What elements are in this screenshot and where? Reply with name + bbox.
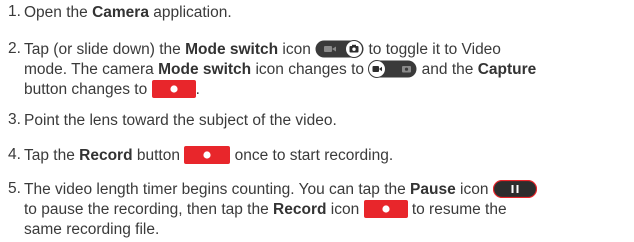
instructions-document: 1. Open the Camera application. 2. Tap (… — [0, 0, 634, 242]
record-button-icon — [363, 199, 408, 218]
record-label: Record — [79, 147, 133, 164]
step-text-line-3: button changes to . — [24, 79, 200, 98]
step-text-line-2: mode. The camera Mode switch icon change… — [24, 59, 537, 78]
step-number: 4. — [8, 146, 21, 163]
pause-icon — [492, 179, 537, 198]
pause-label: Pause — [410, 181, 456, 198]
step-text-line-1: Tap (or slide down) the Mode switch icon… — [24, 39, 501, 58]
record-button-icon — [184, 145, 231, 164]
step-number: 2. — [8, 40, 21, 57]
mode-switch-photo-icon — [315, 39, 364, 58]
step-text-line-2: to pause the recording, then tap the Rec… — [24, 199, 507, 218]
step-text-line-1: The video length timer begins counting. … — [24, 179, 537, 200]
mode-switch-label: Mode switch — [158, 61, 252, 78]
capture-label: Capture — [477, 61, 537, 78]
record-button-icon — [151, 79, 196, 98]
camera-app-name: Camera — [92, 4, 149, 21]
step-text: Open the Camera application. — [24, 4, 232, 21]
step-number: 5. — [8, 180, 21, 197]
step-text-line-3: same recording file. — [24, 221, 160, 238]
record-label: Record — [273, 201, 327, 218]
step-text: Point the lens toward the subject of the… — [24, 112, 337, 129]
mode-switch-label: Mode switch — [185, 41, 279, 58]
step-number: 1. — [8, 3, 21, 20]
step-text: Tap the Record button once to start reco… — [24, 145, 394, 164]
step-number: 3. — [8, 111, 21, 128]
mode-switch-video-icon — [368, 59, 417, 78]
